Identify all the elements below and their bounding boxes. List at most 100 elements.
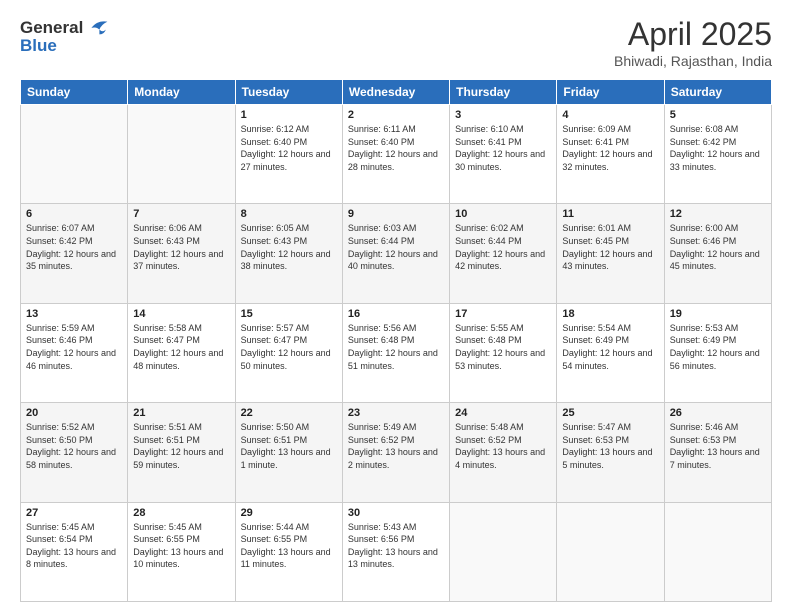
calendar-cell xyxy=(21,105,128,204)
week-row-4: 20 Sunrise: 5:52 AMSunset: 6:50 PMDayligh… xyxy=(21,403,772,502)
cell-sun-info: Sunrise: 6:02 AMSunset: 6:44 PMDaylight:… xyxy=(455,222,551,272)
cell-sun-info: Sunrise: 6:05 AMSunset: 6:43 PMDaylight:… xyxy=(241,222,337,272)
cell-day-number: 11 xyxy=(562,208,658,220)
cell-day-number: 30 xyxy=(348,507,444,519)
cell-sun-info: Sunrise: 5:48 AMSunset: 6:52 PMDaylight:… xyxy=(455,421,551,471)
cell-sun-info: Sunrise: 6:07 AMSunset: 6:42 PMDaylight:… xyxy=(26,222,122,272)
calendar-cell: 7 Sunrise: 6:06 AMSunset: 6:43 PMDaylight… xyxy=(128,204,235,303)
cell-day-number: 20 xyxy=(26,407,122,419)
weekday-header-thursday: Thursday xyxy=(450,80,557,105)
cell-day-number: 9 xyxy=(348,208,444,220)
cell-sun-info: Sunrise: 5:59 AMSunset: 6:46 PMDaylight:… xyxy=(26,322,122,372)
cell-sun-info: Sunrise: 6:10 AMSunset: 6:41 PMDaylight:… xyxy=(455,123,551,173)
cell-day-number: 4 xyxy=(562,109,658,121)
cell-day-number: 26 xyxy=(670,407,766,419)
cell-day-number: 16 xyxy=(348,308,444,320)
cell-sun-info: Sunrise: 5:54 AMSunset: 6:49 PMDaylight:… xyxy=(562,322,658,372)
cell-day-number: 24 xyxy=(455,407,551,419)
calendar-cell: 8 Sunrise: 6:05 AMSunset: 6:43 PMDaylight… xyxy=(235,204,342,303)
calendar-cell: 25 Sunrise: 5:47 AMSunset: 6:53 PMDayligh… xyxy=(557,403,664,502)
calendar-cell: 30Sunrise: 5:43 AMSunset: 6:56 PMDayligh… xyxy=(342,502,449,601)
page: General Blue April 2025 Bhiwadi, Rajasth… xyxy=(0,0,792,612)
cell-sun-info: Sunrise: 6:08 AMSunset: 6:42 PMDaylight:… xyxy=(670,123,766,173)
cell-day-number: 23 xyxy=(348,407,444,419)
calendar-cell: 10 Sunrise: 6:02 AMSunset: 6:44 PMDayligh… xyxy=(450,204,557,303)
cell-day-number: 19 xyxy=(670,308,766,320)
week-row-2: 6 Sunrise: 6:07 AMSunset: 6:42 PMDaylight… xyxy=(21,204,772,303)
cell-day-number: 28 xyxy=(133,507,229,519)
calendar-cell: 12 Sunrise: 6:00 AMSunset: 6:46 PMDayligh… xyxy=(664,204,771,303)
cell-sun-info: Sunrise: 5:44 AMSunset: 6:55 PMDaylight:… xyxy=(241,521,337,571)
cell-day-number: 8 xyxy=(241,208,337,220)
weekday-header-tuesday: Tuesday xyxy=(235,80,342,105)
calendar-cell: 28 Sunrise: 5:45 AMSunset: 6:55 PMDayligh… xyxy=(128,502,235,601)
location: Bhiwadi, Rajasthan, India xyxy=(614,53,772,69)
calendar-cell xyxy=(664,502,771,601)
weekday-header-wednesday: Wednesday xyxy=(342,80,449,105)
logo-general-text: General xyxy=(20,18,83,38)
cell-sun-info: Sunrise: 6:12 AMSunset: 6:40 PMDaylight:… xyxy=(241,123,337,173)
cell-sun-info: Sunrise: 5:52 AMSunset: 6:50 PMDaylight:… xyxy=(26,421,122,471)
title-block: April 2025 Bhiwadi, Rajasthan, India xyxy=(614,16,772,69)
calendar-cell: 18 Sunrise: 5:54 AMSunset: 6:49 PMDayligh… xyxy=(557,303,664,402)
calendar-cell: 16 Sunrise: 5:56 AMSunset: 6:48 PMDayligh… xyxy=(342,303,449,402)
weekday-header-sunday: Sunday xyxy=(21,80,128,105)
cell-day-number: 21 xyxy=(133,407,229,419)
cell-day-number: 7 xyxy=(133,208,229,220)
month-title: April 2025 xyxy=(614,16,772,53)
calendar-cell xyxy=(128,105,235,204)
calendar-cell: 6 Sunrise: 6:07 AMSunset: 6:42 PMDaylight… xyxy=(21,204,128,303)
cell-day-number: 25 xyxy=(562,407,658,419)
calendar-cell: 14 Sunrise: 5:58 AMSunset: 6:47 PMDayligh… xyxy=(128,303,235,402)
cell-sun-info: Sunrise: 6:06 AMSunset: 6:43 PMDaylight:… xyxy=(133,222,229,272)
cell-day-number: 10 xyxy=(455,208,551,220)
header: General Blue April 2025 Bhiwadi, Rajasth… xyxy=(20,16,772,69)
calendar-cell: 24 Sunrise: 5:48 AMSunset: 6:52 PMDayligh… xyxy=(450,403,557,502)
cell-sun-info: Sunrise: 5:46 AMSunset: 6:53 PMDaylight:… xyxy=(670,421,766,471)
cell-sun-info: Sunrise: 5:45 AMSunset: 6:55 PMDaylight:… xyxy=(133,521,229,571)
calendar-cell: 23 Sunrise: 5:49 AMSunset: 6:52 PMDayligh… xyxy=(342,403,449,502)
calendar-cell: 27Sunrise: 5:45 AMSunset: 6:54 PMDayligh… xyxy=(21,502,128,601)
weekday-header-row: SundayMondayTuesdayWednesdayThursdayFrid… xyxy=(21,80,772,105)
cell-day-number: 12 xyxy=(670,208,766,220)
calendar-table: SundayMondayTuesdayWednesdayThursdayFrid… xyxy=(20,79,772,602)
weekday-header-saturday: Saturday xyxy=(664,80,771,105)
week-row-5: 27Sunrise: 5:45 AMSunset: 6:54 PMDayligh… xyxy=(21,502,772,601)
cell-sun-info: Sunrise: 5:57 AMSunset: 6:47 PMDaylight:… xyxy=(241,322,337,372)
calendar-cell: 20 Sunrise: 5:52 AMSunset: 6:50 PMDayligh… xyxy=(21,403,128,502)
cell-sun-info: Sunrise: 5:53 AMSunset: 6:49 PMDaylight:… xyxy=(670,322,766,372)
cell-sun-info: Sunrise: 5:49 AMSunset: 6:52 PMDaylight:… xyxy=(348,421,444,471)
weekday-header-friday: Friday xyxy=(557,80,664,105)
calendar-cell: 13Sunrise: 5:59 AMSunset: 6:46 PMDayligh… xyxy=(21,303,128,402)
cell-sun-info: Sunrise: 5:45 AMSunset: 6:54 PMDaylight:… xyxy=(26,521,122,571)
logo: General Blue xyxy=(20,16,109,56)
cell-day-number: 6 xyxy=(26,208,122,220)
calendar-cell: 15Sunrise: 5:57 AMSunset: 6:47 PMDayligh… xyxy=(235,303,342,402)
cell-sun-info: Sunrise: 6:01 AMSunset: 6:45 PMDaylight:… xyxy=(562,222,658,272)
cell-day-number: 17 xyxy=(455,308,551,320)
weekday-header-monday: Monday xyxy=(128,80,235,105)
cell-day-number: 14 xyxy=(133,308,229,320)
calendar-cell: 11 Sunrise: 6:01 AMSunset: 6:45 PMDayligh… xyxy=(557,204,664,303)
calendar-cell xyxy=(450,502,557,601)
cell-day-number: 18 xyxy=(562,308,658,320)
calendar-cell: 1 Sunrise: 6:12 AMSunset: 6:40 PMDaylight… xyxy=(235,105,342,204)
cell-sun-info: Sunrise: 5:47 AMSunset: 6:53 PMDaylight:… xyxy=(562,421,658,471)
cell-day-number: 2 xyxy=(348,109,444,121)
cell-sun-info: Sunrise: 5:50 AMSunset: 6:51 PMDaylight:… xyxy=(241,421,337,471)
calendar-cell: 22 Sunrise: 5:50 AMSunset: 6:51 PMDayligh… xyxy=(235,403,342,502)
cell-day-number: 29 xyxy=(241,507,337,519)
calendar-cell: 2 Sunrise: 6:11 AMSunset: 6:40 PMDaylight… xyxy=(342,105,449,204)
calendar-cell: 17Sunrise: 5:55 AMSunset: 6:48 PMDayligh… xyxy=(450,303,557,402)
cell-sun-info: Sunrise: 5:58 AMSunset: 6:47 PMDaylight:… xyxy=(133,322,229,372)
cell-day-number: 22 xyxy=(241,407,337,419)
calendar-cell: 26 Sunrise: 5:46 AMSunset: 6:53 PMDayligh… xyxy=(664,403,771,502)
week-row-3: 13Sunrise: 5:59 AMSunset: 6:46 PMDayligh… xyxy=(21,303,772,402)
calendar-cell: 29 Sunrise: 5:44 AMSunset: 6:55 PMDayligh… xyxy=(235,502,342,601)
calendar-cell: 3Sunrise: 6:10 AMSunset: 6:41 PMDaylight… xyxy=(450,105,557,204)
cell-sun-info: Sunrise: 6:00 AMSunset: 6:46 PMDaylight:… xyxy=(670,222,766,272)
cell-sun-info: Sunrise: 6:11 AMSunset: 6:40 PMDaylight:… xyxy=(348,123,444,173)
cell-sun-info: Sunrise: 5:56 AMSunset: 6:48 PMDaylight:… xyxy=(348,322,444,372)
cell-sun-info: Sunrise: 5:51 AMSunset: 6:51 PMDaylight:… xyxy=(133,421,229,471)
cell-day-number: 1 xyxy=(241,109,337,121)
